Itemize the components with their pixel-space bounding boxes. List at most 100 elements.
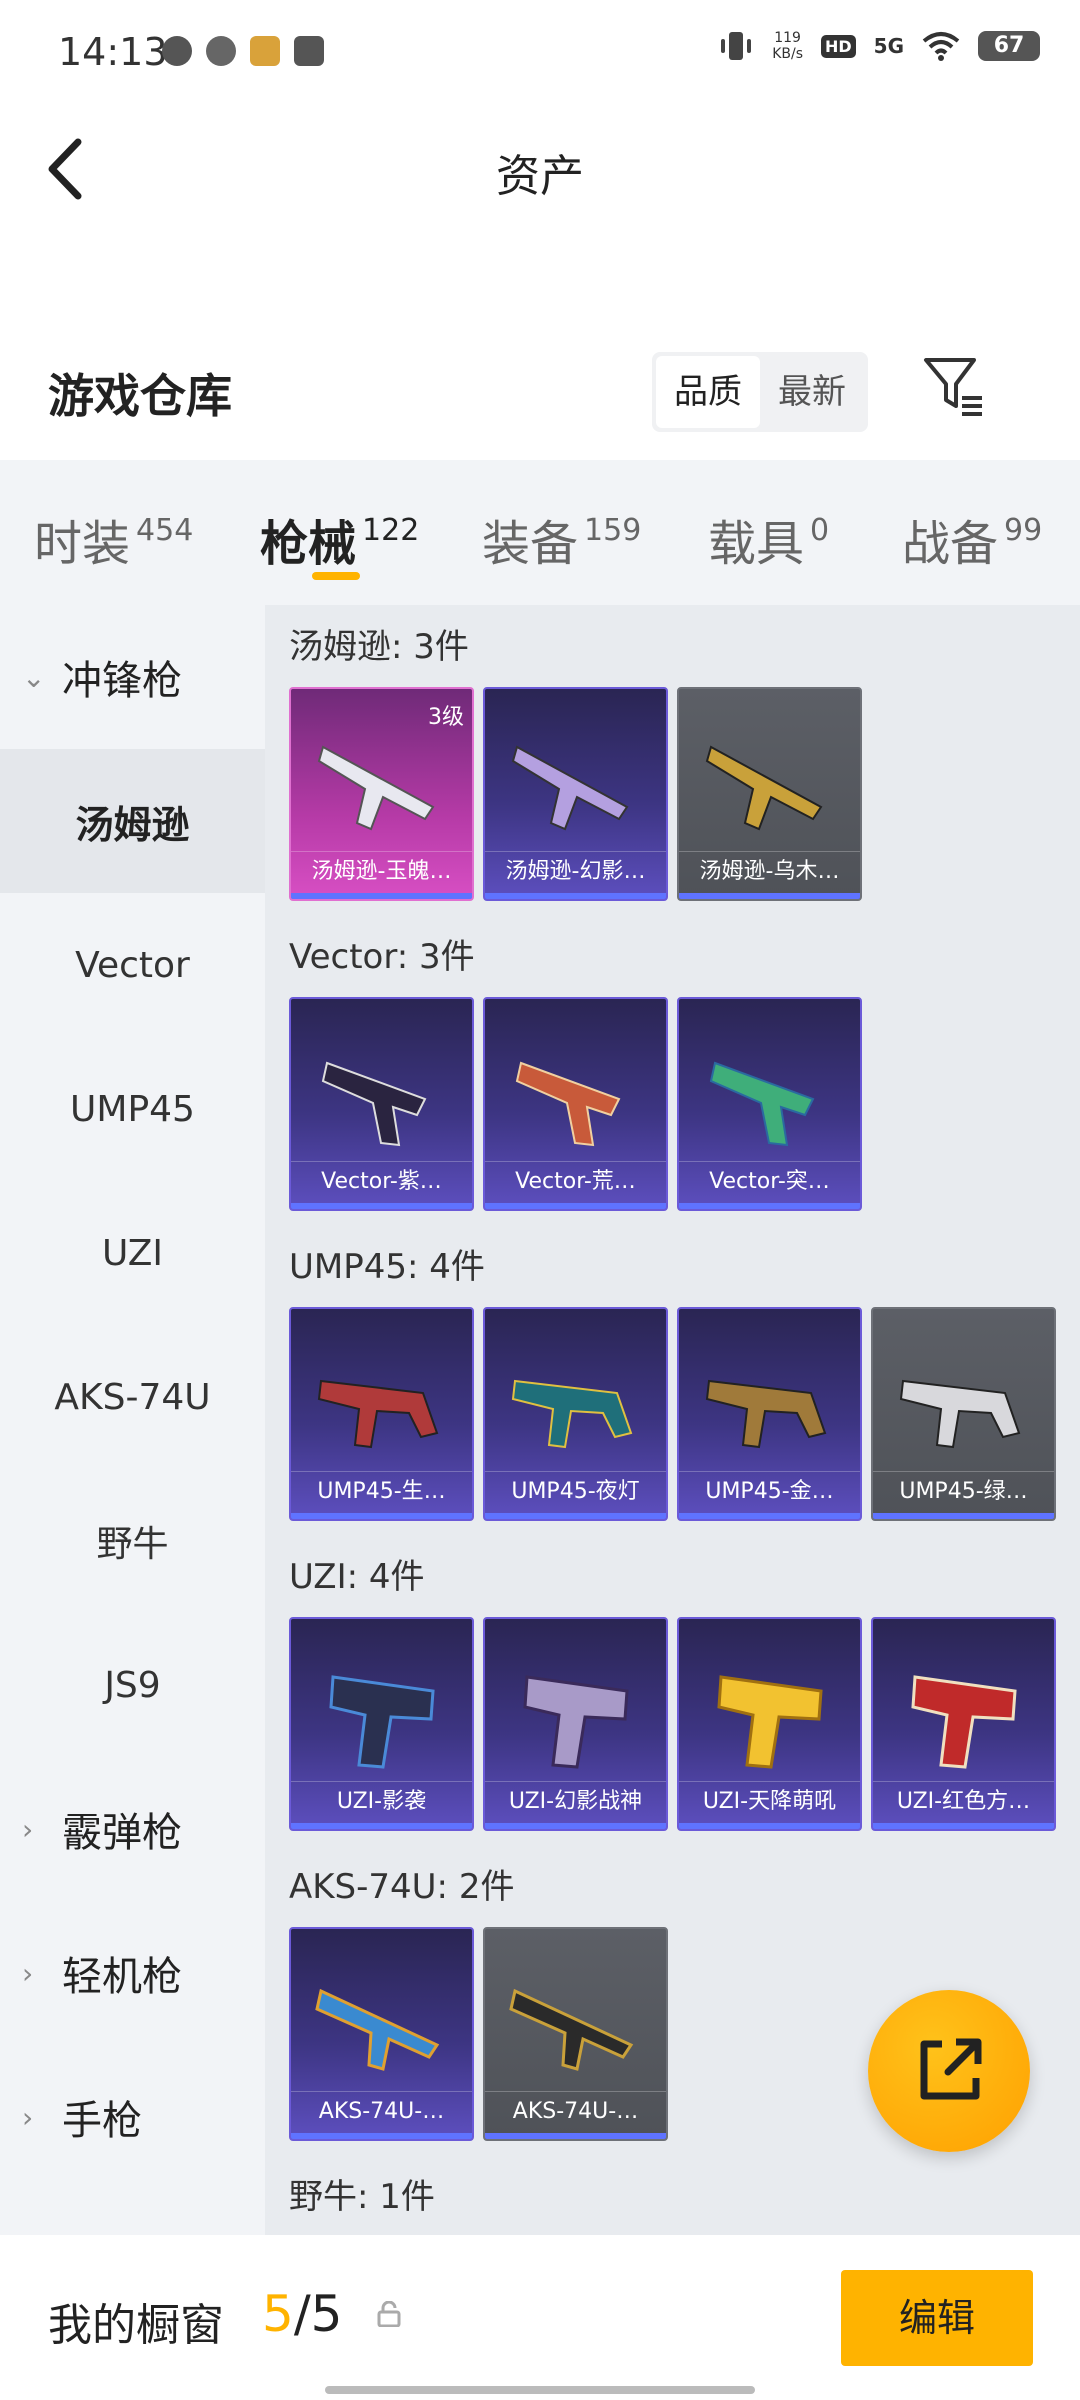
rifle-icon	[315, 1988, 440, 2071]
message-icon	[294, 36, 324, 66]
page-title: 资产	[496, 151, 584, 202]
tab-supplies[interactable]: 战备 99	[902, 460, 1052, 605]
smg-icon	[709, 1061, 815, 1147]
tab-equipment[interactable]: 装备 159	[482, 460, 708, 605]
sidebar-group-smg[interactable]: ⌄ 冲锋枪	[0, 605, 265, 749]
status-time: 14:13	[58, 30, 168, 74]
rifle-icon	[705, 745, 823, 831]
rifle-icon	[317, 745, 435, 831]
rarity-bar	[679, 1513, 860, 1519]
section-title-thompson: 汤姆逊: 3件	[289, 627, 469, 667]
rarity-bar	[485, 1203, 666, 1209]
network-type: 5G	[873, 34, 904, 58]
showcase-count: 5/5	[262, 2285, 343, 2343]
chevron-right-icon: ›	[22, 1956, 34, 1990]
home-indicator[interactable]	[325, 2386, 755, 2394]
sidebar-item-ump45[interactable]: UMP45	[0, 1037, 265, 1181]
weapon-name: UZI-红色方…	[873, 1781, 1054, 1821]
system-icons: 119 KB/s HD 5G 67	[718, 30, 1040, 62]
weapon-card[interactable]: UMP45-夜灯	[483, 1307, 668, 1521]
section-title-uzi: UZI: 4件	[289, 1557, 425, 1597]
showcase-bar: 我的橱窗 5/5 编辑	[0, 2235, 1080, 2400]
sidebar-group-lmg[interactable]: › 轻机枪	[0, 1901, 265, 2045]
rarity-bar	[291, 1513, 472, 1519]
weapon-card[interactable]: UZI-影袭	[289, 1617, 474, 1831]
share-icon	[920, 2038, 982, 2100]
weapon-card[interactable]: AKS-74U-…	[289, 1927, 474, 2141]
share-button[interactable]	[868, 1990, 1030, 2152]
status-bar: 14:13 119 KB/s HD 5G 67	[0, 0, 1080, 100]
smg-icon	[511, 1379, 633, 1449]
chevron-right-icon: ›	[22, 2100, 34, 2134]
sidebar-item-thompson[interactable]: 汤姆逊	[0, 749, 265, 893]
weapon-card[interactable]: 汤姆逊-乌木…	[677, 687, 862, 901]
sidebar-item-js9[interactable]: JS9	[0, 1613, 265, 1757]
pistol-smg-icon	[911, 1675, 1017, 1769]
sort-toggle: 品质 最新	[652, 352, 868, 432]
vibrate-icon	[721, 32, 752, 60]
section-title-aks74u: AKS-74U: 2件	[289, 1867, 515, 1907]
weapon-card[interactable]: Vector-突…	[677, 997, 862, 1211]
smg-icon	[317, 1379, 439, 1449]
weapon-card[interactable]: UZI-红色方…	[871, 1617, 1056, 1831]
weapon-card[interactable]: UZI-幻影战神	[483, 1617, 668, 1831]
rarity-bar	[873, 1823, 1054, 1829]
weapon-card[interactable]: UMP45-生…	[289, 1307, 474, 1521]
tab-fashion[interactable]: 时装 454	[34, 460, 260, 605]
sidebar-item-aks74u[interactable]: AKS-74U	[0, 1325, 265, 1469]
rarity-bar	[679, 893, 860, 899]
weapon-card[interactable]: UMP45-绿…	[871, 1307, 1056, 1521]
smg-icon	[899, 1379, 1021, 1449]
sidebar-item-vector[interactable]: Vector	[0, 893, 265, 1037]
section-title-bizon: 野牛: 1件	[289, 2177, 435, 2217]
rarity-bar	[679, 1823, 860, 1829]
battery-indicator: 67	[978, 31, 1040, 61]
weapon-card[interactable]: 汤姆逊-幻影…	[483, 687, 668, 901]
lock-icon	[377, 2301, 401, 2327]
weapon-card[interactable]: UMP45-金…	[677, 1307, 862, 1521]
filter-icon[interactable]	[920, 352, 986, 418]
wifi-icon	[922, 32, 960, 61]
weapon-name: 汤姆逊-乌木…	[679, 851, 860, 891]
weapon-name: AKS-74U-…	[485, 2091, 666, 2131]
rarity-bar	[485, 893, 666, 899]
weapon-name: UMP45-绿…	[873, 1471, 1054, 1511]
level-badge: 3级	[428, 705, 464, 730]
rarity-bar	[873, 1513, 1054, 1519]
sidebar-item-bizon[interactable]: 野牛	[0, 1469, 265, 1613]
weapon-card[interactable]: Vector-紫…	[289, 997, 474, 1211]
tab-active-indicator	[312, 572, 360, 580]
smg-icon	[515, 1061, 621, 1147]
showcase-label: 我的橱窗	[48, 2300, 224, 2351]
app-header: 资产	[0, 100, 1080, 230]
weapon-name: UZI-天降萌吼	[679, 1781, 860, 1821]
sort-quality-button[interactable]: 品质	[656, 356, 760, 428]
rarity-bar	[291, 893, 472, 899]
weapon-card[interactable]: AKS-74U-…	[483, 1927, 668, 2141]
rarity-bar	[291, 2133, 472, 2139]
sidebar-group-shotgun[interactable]: › 霰弹枪	[0, 1757, 265, 1901]
tab-guns[interactable]: 枪械 122	[260, 460, 482, 605]
weapon-card[interactable]: UZI-天降萌吼	[677, 1617, 862, 1831]
smg-icon	[321, 1061, 427, 1147]
edit-button[interactable]: 编辑	[841, 2270, 1033, 2366]
weapon-name: Vector-荒…	[485, 1161, 666, 1201]
wechat-icon	[162, 36, 192, 66]
rifle-icon	[511, 745, 629, 831]
weapon-name: 汤姆逊-玉魄…	[291, 851, 472, 891]
weapon-name: UZI-幻影战神	[485, 1781, 666, 1821]
hd-badge: HD	[820, 34, 856, 58]
sort-latest-button[interactable]: 最新	[760, 356, 864, 428]
rarity-bar	[291, 1823, 472, 1829]
weapon-name: UZI-影袭	[291, 1781, 472, 1821]
rarity-bar	[485, 1513, 666, 1519]
smg-icon	[705, 1379, 827, 1449]
sidebar-group-pistol[interactable]: › 手枪	[0, 2045, 265, 2189]
game-icon	[250, 36, 280, 66]
tab-vehicles[interactable]: 载具 0	[708, 460, 902, 605]
weapon-name: UMP45-生…	[291, 1471, 472, 1511]
weapon-name: Vector-紫…	[291, 1161, 472, 1201]
sidebar-item-uzi[interactable]: UZI	[0, 1181, 265, 1325]
weapon-card[interactable]: Vector-荒…	[483, 997, 668, 1211]
weapon-card[interactable]: 3级 汤姆逊-玉魄…	[289, 687, 474, 901]
